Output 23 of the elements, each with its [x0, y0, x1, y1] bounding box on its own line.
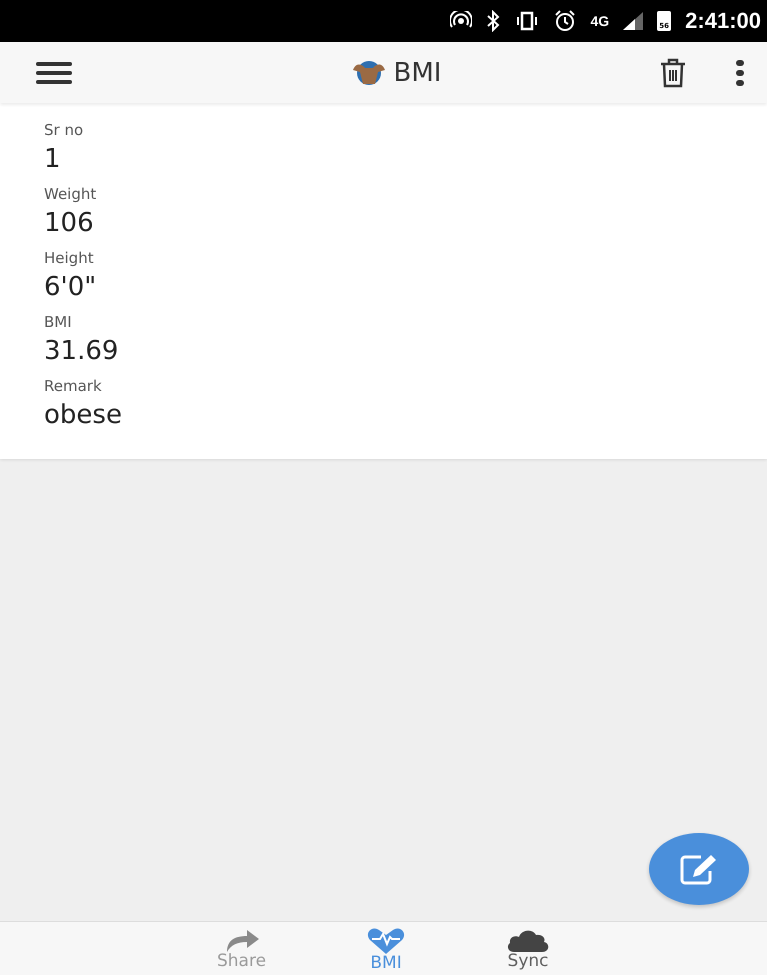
field-value: 1 — [44, 143, 62, 176]
field-label: Remark — [44, 377, 103, 395]
field-label: Sr no — [44, 121, 84, 139]
field-label: Weight — [44, 185, 98, 203]
edit-icon — [679, 853, 719, 885]
clock-time: 2:41:00 — [685, 8, 761, 34]
field-label: BMI — [44, 313, 73, 331]
field-value: 6'0" — [44, 271, 98, 304]
trash-icon[interactable] — [659, 58, 687, 88]
nav-tab[interactable]: Share — [196, 922, 286, 975]
nav-tab[interactable]: BMI — [346, 922, 426, 975]
nav-tab[interactable]: Sync — [486, 922, 570, 975]
app-title: BMI — [394, 58, 442, 88]
network-type: 4G — [590, 13, 610, 29]
field-value: obese — [44, 399, 123, 432]
alarm-clock-icon — [554, 10, 576, 32]
menu-icon[interactable] — [36, 62, 72, 84]
bluetooth-icon — [486, 10, 500, 32]
signal-icon — [623, 12, 644, 30]
field-value: 31.69 — [44, 335, 120, 368]
field-label: Height — [44, 249, 95, 267]
more-options-icon[interactable] — [735, 60, 745, 86]
field-value: 106 — [44, 207, 95, 240]
